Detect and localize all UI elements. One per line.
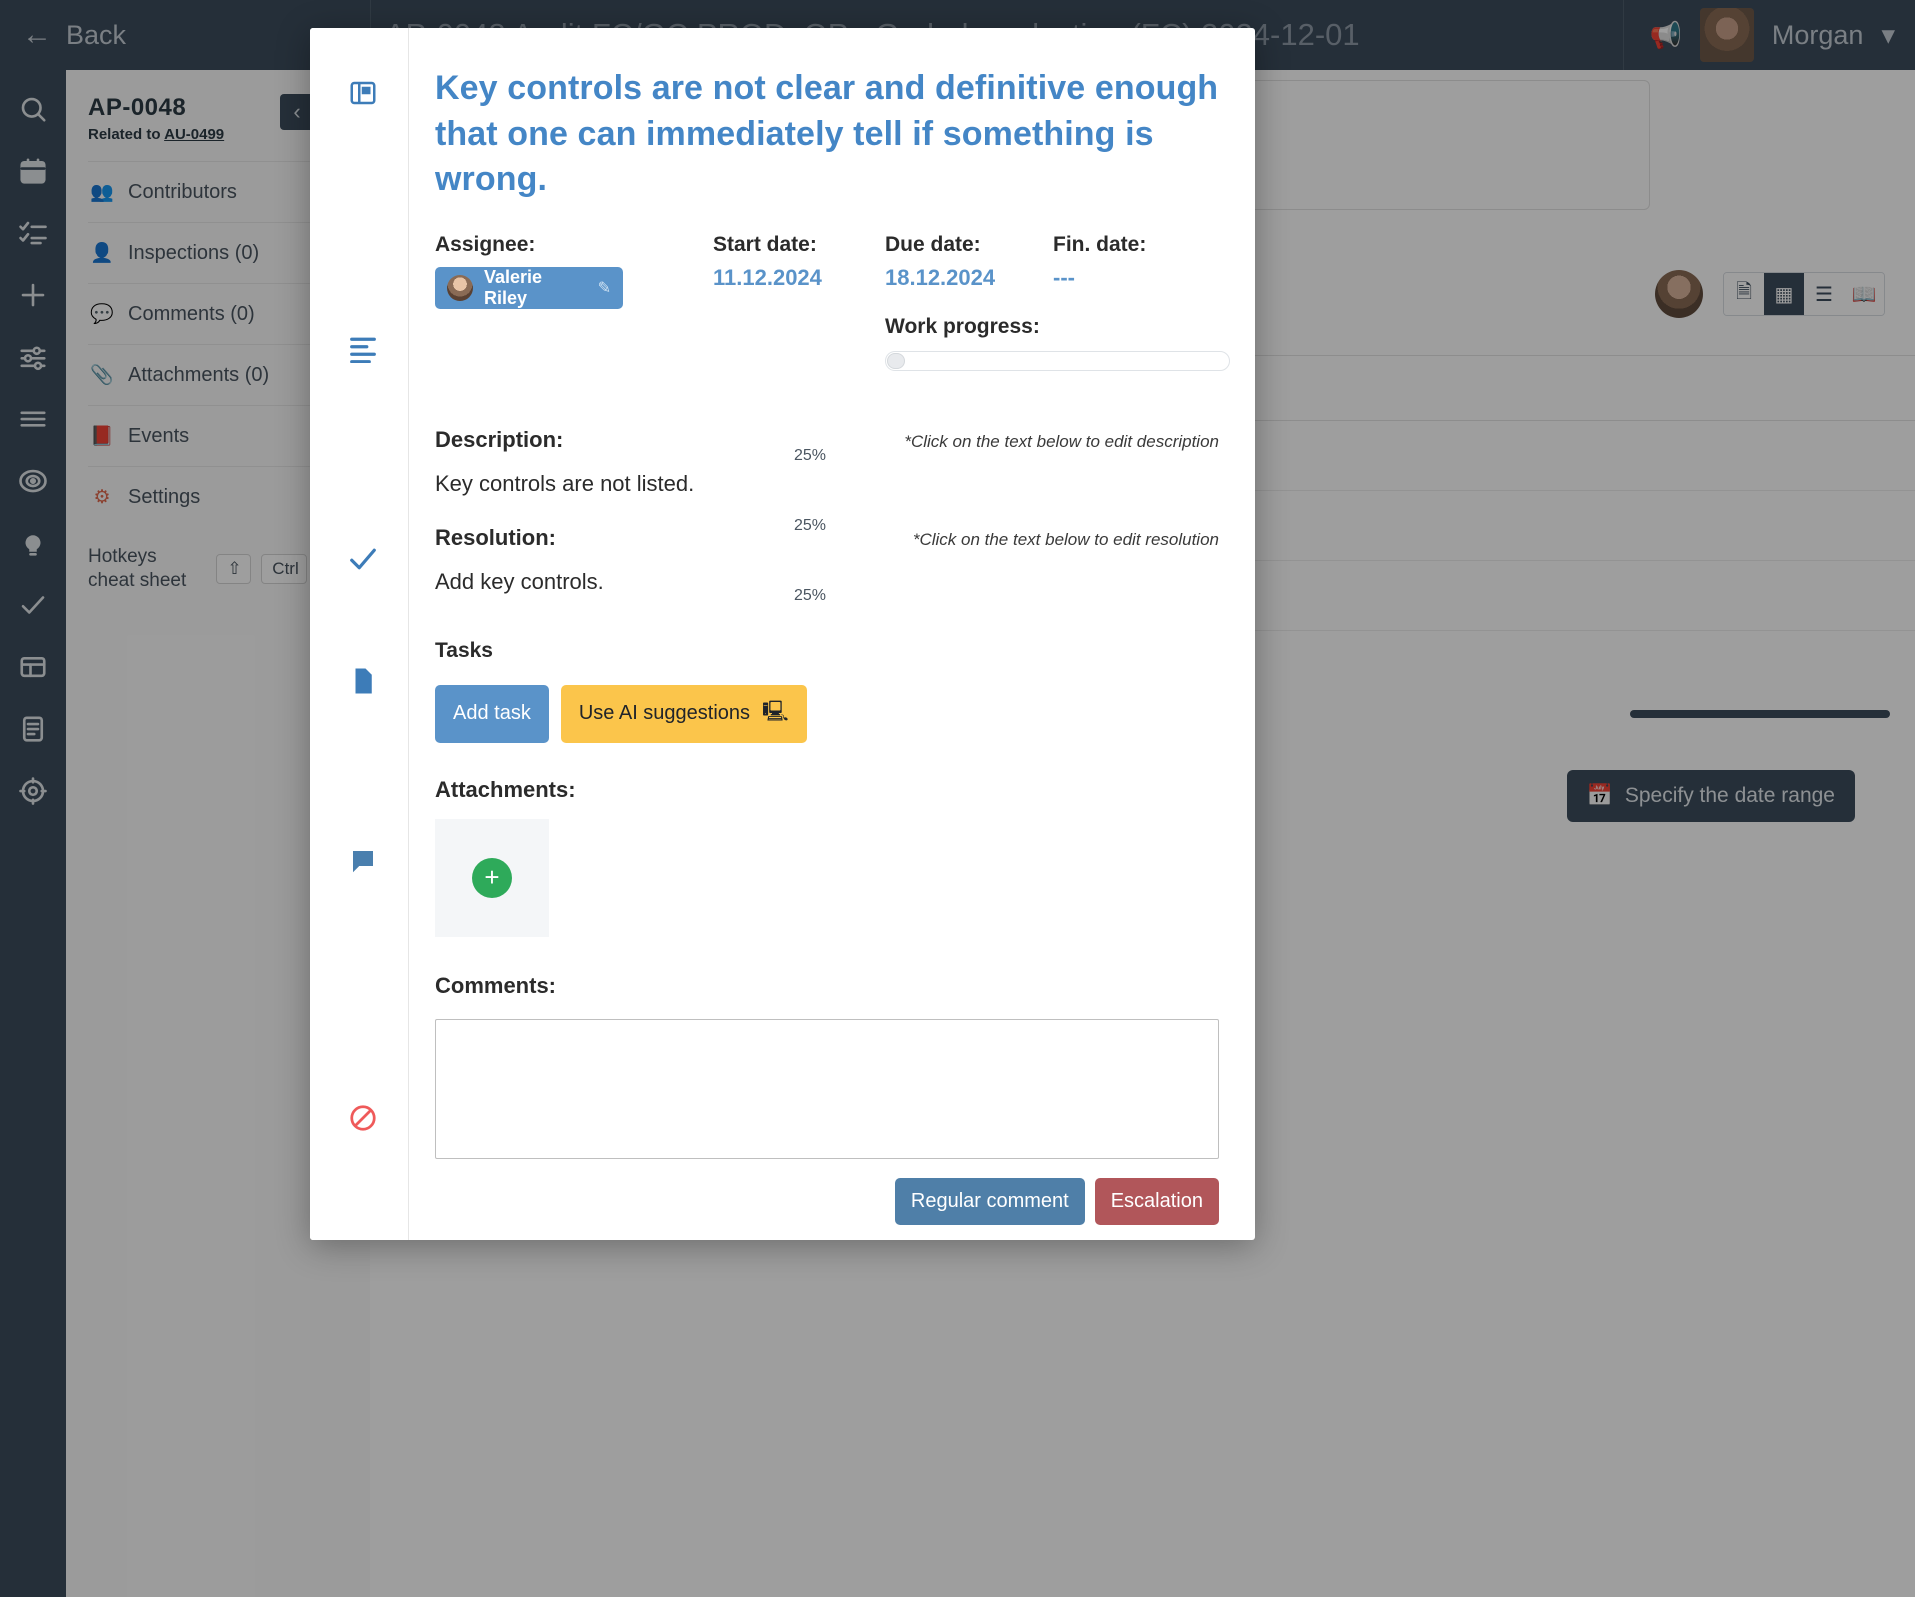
- app-root: ← Back AP-0048 Audit FC/GC PROD, QP - Go…: [0, 0, 1915, 1597]
- work-progress-field: Work progress:: [885, 314, 1230, 371]
- assignee-label: Assignee:: [435, 232, 536, 256]
- due-date-label: Due date:: [885, 232, 981, 256]
- start-date-label: Start date:: [713, 232, 817, 256]
- description-lines-icon: [348, 333, 392, 363]
- modal-body: Key controls are not clear and definitiv…: [409, 28, 1255, 1240]
- assignee-field: Assignee: Valerie Riley ✎: [435, 233, 713, 371]
- comment-bubble-icon: [348, 846, 392, 876]
- description-section: Description: *Click on the text below to…: [435, 427, 1219, 497]
- start-date-field: Start date: 11.12.2024: [713, 233, 885, 371]
- description-label: Description:: [435, 426, 564, 452]
- description-hint: *Click on the text below to edit descrip…: [904, 431, 1219, 451]
- resolution-hint: *Click on the text below to edit resolut…: [912, 529, 1219, 549]
- pencil-icon[interactable]: ✎: [598, 278, 611, 298]
- escalation-button[interactable]: Escalation: [1094, 1177, 1219, 1225]
- attachments-section: Attachments: +: [435, 777, 1219, 937]
- start-date-value[interactable]: 11.12.2024: [713, 265, 885, 291]
- modal-meta-row: Assignee: Valerie Riley ✎ Start date: 11…: [435, 232, 1230, 371]
- description-text[interactable]: Key controls are not listed.: [435, 471, 1219, 497]
- modal-title: Key controls are not clear and definitiv…: [435, 69, 1219, 199]
- slider-knob[interactable]: [887, 352, 905, 369]
- comment-input[interactable]: [435, 1018, 1219, 1159]
- add-task-button[interactable]: Add task: [435, 684, 549, 743]
- resolution-text[interactable]: Add key controls.: [435, 569, 1219, 595]
- attachments-label: Attachments:: [435, 776, 576, 802]
- work-progress-label: Work progress:: [885, 314, 1040, 338]
- avatar: [447, 274, 473, 301]
- plus-circle-icon[interactable]: +: [472, 857, 512, 898]
- add-attachment-dropzone[interactable]: +: [435, 818, 549, 937]
- activity-detail-modal: Key controls are not clear and definitiv…: [310, 28, 1255, 1240]
- work-progress-slider[interactable]: [885, 350, 1230, 371]
- chip-icon: 🖳: [762, 700, 789, 723]
- no-entry-icon: [348, 1103, 392, 1133]
- comments-section: Comments: Regular comment Escalation: [435, 973, 1219, 1225]
- assignee-chip[interactable]: Valerie Riley ✎: [435, 266, 623, 309]
- resolution-section: Resolution: *Click on the text below to …: [435, 525, 1219, 595]
- due-date-value[interactable]: 18.12.2024: [885, 265, 1053, 291]
- regular-comment-button[interactable]: Regular comment: [894, 1177, 1085, 1225]
- fin-date-value[interactable]: ---: [1053, 265, 1203, 291]
- board-icon: [348, 78, 392, 108]
- resolution-label: Resolution:: [435, 524, 556, 550]
- tasks-label: Tasks: [435, 638, 493, 662]
- use-ai-suggestions-button[interactable]: Use AI suggestions 🖳: [560, 684, 807, 743]
- due-date-field: Due date: 18.12.2024 Work progress:: [885, 232, 1230, 371]
- fin-date-field: Fin. date: ---: [1053, 233, 1203, 371]
- assignee-name: Valerie Riley: [484, 266, 543, 308]
- check-icon: [348, 544, 392, 574]
- fin-date-label: Fin. date:: [1053, 232, 1147, 256]
- comments-label: Comments:: [435, 972, 557, 998]
- ai-label: Use AI suggestions: [578, 702, 751, 725]
- file-icon: [348, 666, 392, 696]
- tasks-section: Tasks Add task Use AI suggestions 🖳: [435, 639, 1219, 743]
- modal-icon-rail: [310, 28, 409, 1240]
